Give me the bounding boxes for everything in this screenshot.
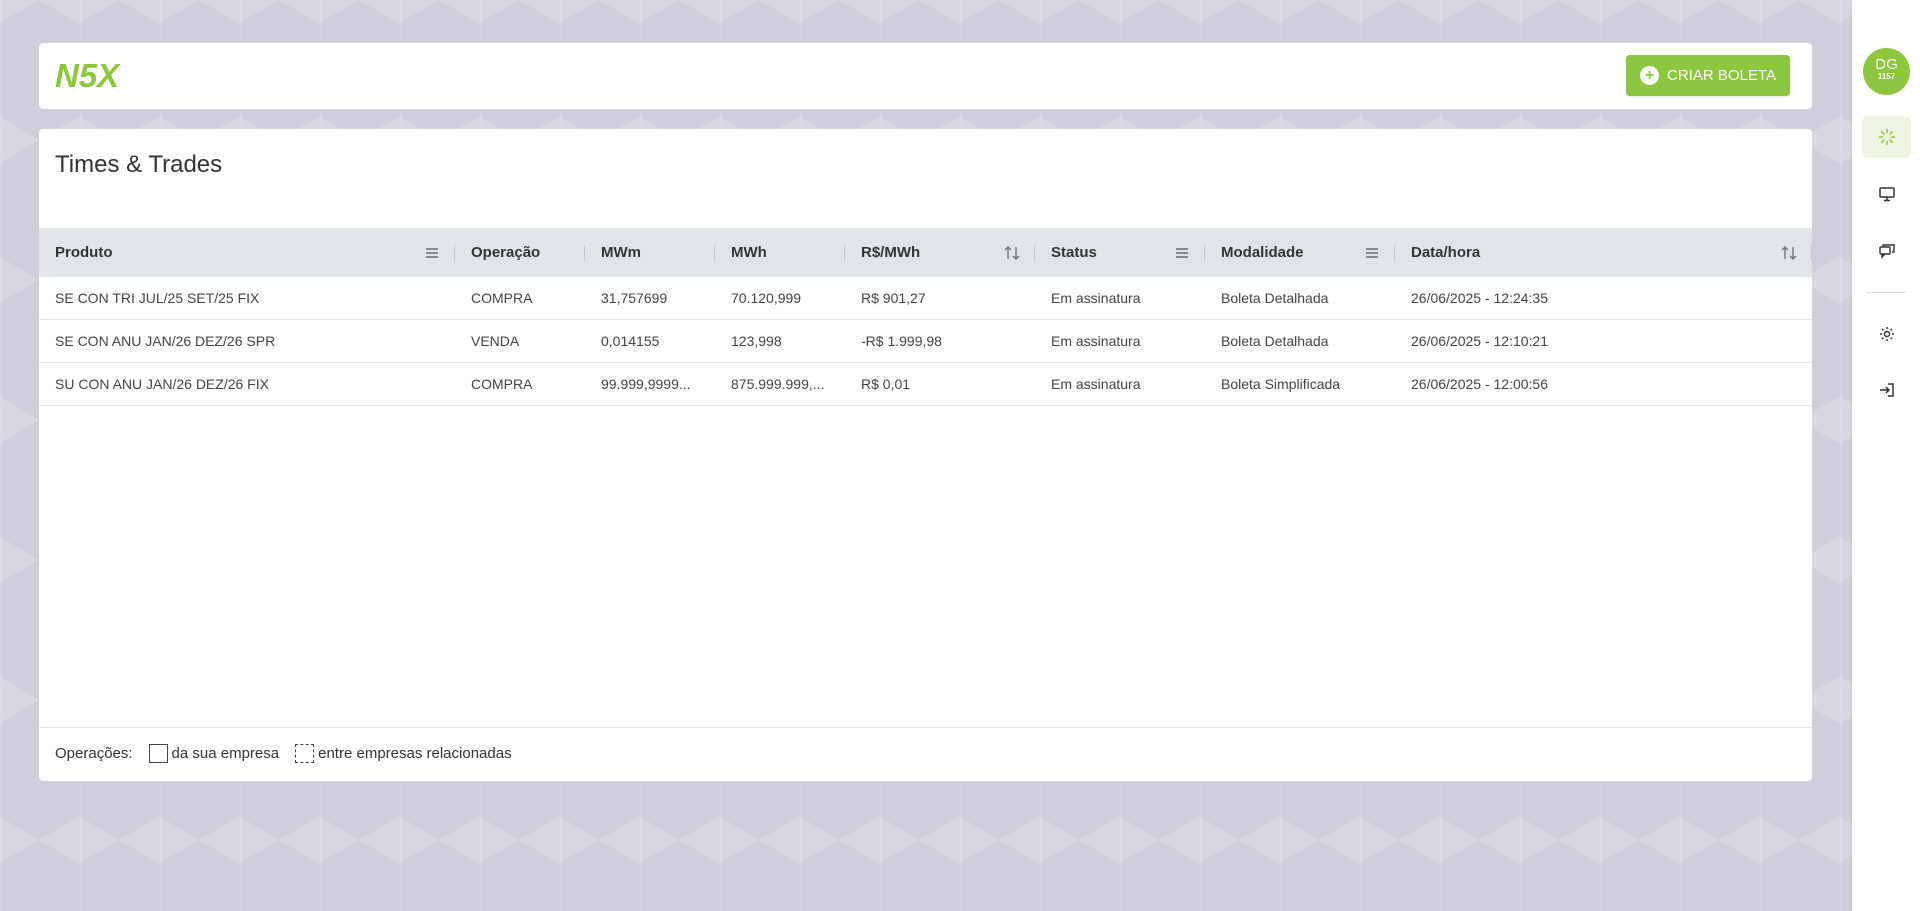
right-sidebar: DG 1157 (1852, 0, 1920, 911)
column-header-price[interactable]: R$/MWh (845, 228, 1035, 277)
cell-operacao: COMPRA (471, 290, 533, 306)
cell-modalidade: Boleta Detalhada (1221, 290, 1329, 306)
cell-datahora: 26/06/2025 - 12:24:35 (1411, 290, 1549, 306)
monitor-icon (1878, 187, 1895, 202)
cell-datahora: 26/06/2025 - 12:00:56 (1411, 376, 1549, 392)
n5x-logo[interactable]: N5X (55, 57, 131, 91)
operations-legend: Operações: da sua empresa entre empresas… (55, 744, 512, 763)
cell-produto: SU CON ANU JAN/26 DEZ/26 FIX (55, 376, 269, 392)
table-row[interactable]: SE CON TRI JUL/25 SET/25 FIX COMPRA 31,7… (39, 277, 1812, 320)
cell-mwh: 875.999.999,... (731, 376, 825, 392)
trades-table: Produto Operação MWm MWh R$/MWh Status M… (39, 228, 1812, 728)
sort-icon[interactable] (1003, 244, 1021, 262)
cell-status: Em assinatura (1051, 376, 1141, 392)
solid-box-icon (148, 744, 168, 763)
spinner-icon (1878, 128, 1895, 146)
chat-icon (1878, 244, 1895, 259)
column-header-operacao[interactable]: Operação (455, 228, 585, 277)
user-avatar[interactable]: DG 1157 (1863, 48, 1910, 95)
create-boleta-label: CRIAR BOLETA (1667, 67, 1776, 84)
plus-circle-icon: + (1640, 66, 1660, 85)
logout-icon (1879, 383, 1894, 397)
cell-operacao: COMPRA (471, 376, 533, 392)
cell-produto: SE CON ANU JAN/26 DEZ/26 SPR (55, 333, 276, 349)
menu-icon[interactable] (1363, 244, 1381, 262)
rail-item-chat[interactable] (1862, 230, 1911, 272)
cell-mwm: 99.999,9999... (601, 376, 691, 392)
svg-text:N5X: N5X (55, 57, 121, 91)
create-boleta-button[interactable]: + CRIAR BOLETA (1626, 55, 1790, 96)
column-header-mwm[interactable]: MWm (585, 228, 715, 277)
top-header: N5X + CRIAR BOLETA (39, 43, 1812, 109)
gear-icon (1879, 327, 1894, 341)
sort-icon[interactable] (1780, 244, 1798, 262)
column-header-mwh[interactable]: MWh (715, 228, 845, 277)
cell-operacao: VENDA (471, 333, 520, 349)
cell-status: Em assinatura (1051, 290, 1141, 306)
menu-icon[interactable] (1173, 244, 1191, 262)
cell-mwh: 70.120,999 (731, 290, 802, 306)
legend-own-company: da sua empresa (171, 745, 280, 762)
page-title: Times & Trades (55, 151, 223, 178)
legend-label: Operações: (55, 745, 133, 762)
cell-price: R$ 0,01 (861, 376, 911, 392)
avatar-initials: DG (1875, 56, 1898, 73)
column-header-status[interactable]: Status (1035, 228, 1205, 277)
rail-item-loading[interactable] (1862, 116, 1911, 158)
cell-mwh: 123,998 (731, 333, 782, 349)
dashed-box-icon (295, 744, 315, 763)
table-row[interactable]: SE CON ANU JAN/26 DEZ/26 SPR VENDA 0,014… (39, 320, 1812, 363)
times-trades-panel: Times & Trades Produto Operação MWm MWh … (39, 129, 1812, 781)
rail-item-monitor[interactable] (1862, 173, 1911, 215)
column-header-modalidade[interactable]: Modalidade (1205, 228, 1395, 277)
cell-mwm: 0,014155 (601, 333, 660, 349)
column-header-produto[interactable]: Produto (39, 228, 455, 277)
cell-mwm: 31,757699 (601, 290, 668, 306)
cell-status: Em assinatura (1051, 333, 1141, 349)
legend-related-companies: entre empresas relacionadas (318, 745, 512, 762)
column-header-datahora[interactable]: Data/hora (1395, 228, 1812, 277)
cell-price: R$ 901,27 (861, 290, 926, 306)
cell-produto: SE CON TRI JUL/25 SET/25 FIX (55, 290, 260, 306)
avatar-code: 1157 (1877, 72, 1896, 81)
rail-divider (1866, 292, 1906, 293)
rail-item-settings[interactable] (1862, 313, 1911, 355)
rail-item-logout[interactable] (1862, 369, 1911, 411)
table-header: Produto Operação MWm MWh R$/MWh Status M… (39, 228, 1812, 277)
cell-datahora: 26/06/2025 - 12:10:21 (1411, 333, 1549, 349)
table-row[interactable]: SU CON ANU JAN/26 DEZ/26 FIX COMPRA 99.9… (39, 363, 1812, 406)
menu-icon[interactable] (423, 244, 441, 262)
cell-price: -R$ 1.999,98 (861, 333, 942, 349)
cell-modalidade: Boleta Detalhada (1221, 333, 1329, 349)
cell-modalidade: Boleta Simplificada (1221, 376, 1341, 392)
